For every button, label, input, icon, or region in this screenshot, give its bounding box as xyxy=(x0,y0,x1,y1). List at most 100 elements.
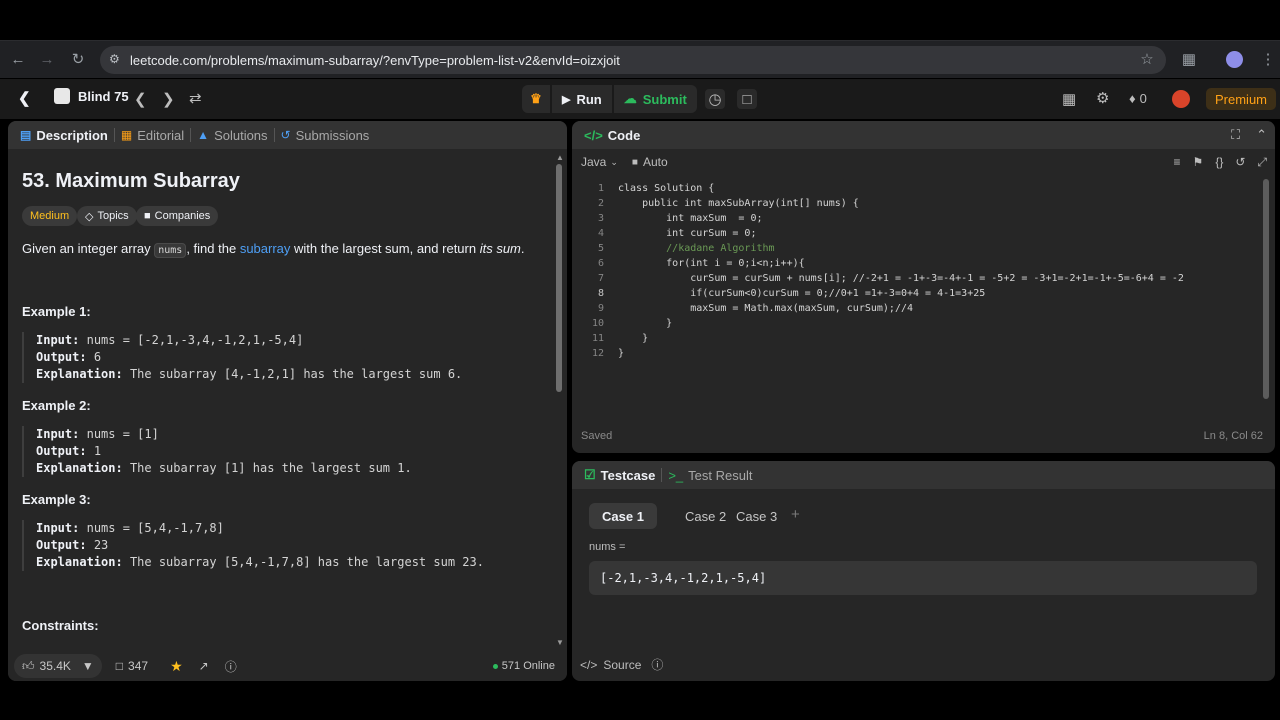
code-line: } xyxy=(618,348,625,359)
prev-problem-icon[interactable]: ❮ xyxy=(134,90,147,108)
url-text: leetcode.com/problems/maximum-subarray/?… xyxy=(130,52,620,68)
extensions-icon[interactable]: ▦ xyxy=(1177,47,1201,71)
back-icon[interactable]: ← xyxy=(6,47,30,71)
reset-icon[interactable]: ↺ xyxy=(1235,155,1245,169)
input-label: Input: xyxy=(36,521,80,535)
premium-button[interactable]: Premium xyxy=(1206,88,1277,110)
code-toolbar: Java ⌄ ■ Auto ≡ ⚑ {} ↺ ⤢ xyxy=(572,149,1275,175)
topics-label: Topics xyxy=(97,210,129,222)
address-bar[interactable]: ⚙ leetcode.com/problems/maximum-subarray… xyxy=(100,46,1166,74)
tab-description[interactable]: ▤ Description xyxy=(14,128,114,143)
case-tab-3[interactable]: Case 3 xyxy=(723,503,790,529)
subarray-link[interactable]: subarray xyxy=(240,241,291,256)
note-icon[interactable]: □ xyxy=(737,89,757,109)
tab-testcase[interactable]: ☑ Testcase xyxy=(578,467,661,483)
terminal-icon: >_ xyxy=(668,467,684,483)
scroll-up-icon[interactable]: ▲ xyxy=(556,153,564,162)
scroll-down-icon[interactable]: ▼ xyxy=(556,638,564,647)
add-case-icon[interactable]: + xyxy=(791,506,800,523)
reload-icon[interactable]: ↻ xyxy=(66,47,90,71)
star-icon[interactable]: ☆ xyxy=(1135,47,1159,71)
code-icon: </> xyxy=(584,127,603,143)
code-scrollbar[interactable] xyxy=(1263,179,1269,399)
expand-icon[interactable]: ⤢ xyxy=(1257,155,1267,170)
line-number: 10 xyxy=(591,318,604,329)
code-editor[interactable]: 1 2 3 4 5 6 7 8 9 10 11 12 class Solutio… xyxy=(572,183,1275,423)
next-problem-icon[interactable]: ❯ xyxy=(162,90,175,108)
example-input: nums = [1] xyxy=(86,427,159,441)
example-block: Input: nums = [1] Output: 1 Explanation:… xyxy=(22,426,542,477)
site-info-icon[interactable]: ⚙ xyxy=(109,52,120,66)
description-scrollbar[interactable] xyxy=(556,164,562,392)
menu-icon[interactable]: ⋮ xyxy=(1256,47,1280,71)
source-link[interactable]: </> Source ⓘ xyxy=(580,656,663,673)
submit-button[interactable]: ☁ Submit xyxy=(613,85,697,113)
example-input: nums = [-2,1,-3,4,-1,2,1,-5,4] xyxy=(86,333,304,347)
braces-icon[interactable]: {} xyxy=(1215,155,1223,169)
debug-icon[interactable]: ♛ xyxy=(522,85,550,113)
problem-list-button[interactable]: Blind 75 xyxy=(54,88,129,104)
settings-gear-icon[interactable]: ⚙ xyxy=(1096,89,1109,107)
case-tab-1[interactable]: Case 1 xyxy=(589,503,657,529)
auto-mode[interactable]: ■ Auto xyxy=(632,155,668,169)
source-label: Source xyxy=(603,657,642,672)
example-block: Input: nums = [-2,1,-3,4,-1,2,1,-5,4] Ou… xyxy=(22,332,542,383)
code-panel: </> Code ⛶ ⌃ Java ⌄ ■ Auto ≡ ⚑ {} ↺ ⤢ 1 … xyxy=(572,121,1275,453)
description-tabbar: ▤ Description ▦ Editorial ▲ Solutions ↺ … xyxy=(8,121,567,149)
layout-icon[interactable]: ▦ xyxy=(1062,90,1076,108)
format-icon[interactable]: ≡ xyxy=(1174,155,1181,169)
tab-solutions[interactable]: ▲ Solutions xyxy=(191,128,273,143)
line-number: 3 xyxy=(597,213,604,224)
language-select[interactable]: Java ⌄ xyxy=(581,155,618,169)
line-number: 8 xyxy=(597,288,604,299)
nums-input[interactable]: [-2,1,-3,4,-1,2,1,-5,4] xyxy=(589,561,1257,595)
streak-counter[interactable]: ♦ 0 xyxy=(1129,91,1147,106)
tab-code[interactable]: </> Code xyxy=(578,128,646,143)
cloud-upload-icon: ☁ xyxy=(623,91,637,106)
share-icon[interactable]: ↗ xyxy=(199,659,209,673)
avatar[interactable] xyxy=(1172,90,1190,108)
bookmark-icon[interactable]: ⚑ xyxy=(1193,155,1204,169)
line-number: 4 xyxy=(597,228,604,239)
tag-icon: ◇ xyxy=(85,210,94,223)
code-line: curSum = curSum + nums[i]; //-2+1 = -1+-… xyxy=(618,273,1184,284)
comment-icon: □ xyxy=(115,659,124,673)
collapse-icon[interactable]: ⌃ xyxy=(1256,127,1267,143)
shuffle-icon[interactable]: ⇄ xyxy=(189,89,202,107)
inline-code: nums xyxy=(154,243,187,258)
companies-label: Companies xyxy=(154,210,211,222)
favorite-star-icon[interactable]: ★ xyxy=(170,658,183,675)
output-label: Output: xyxy=(36,350,87,364)
tab-editorial[interactable]: ▦ Editorial xyxy=(115,128,190,143)
problem-title: 53. Maximum Subarray xyxy=(22,170,240,192)
problem-statement: Given an integer array nums, find the su… xyxy=(22,241,525,258)
tab-test-result[interactable]: >_ Test Result xyxy=(662,468,758,483)
book-open-icon: ▦ xyxy=(120,128,133,142)
statement-text: Given an integer array xyxy=(22,241,155,256)
code-line: maxSum = Math.max(maxSum, curSum);//4 xyxy=(618,303,914,314)
example-explanation: The subarray [1] has the largest sum 1. xyxy=(129,461,412,475)
companies-chip[interactable]: ■ Companies xyxy=(136,206,219,226)
run-button[interactable]: ▶ Run xyxy=(552,85,612,113)
example-explanation: The subarray [5,4,-1,7,8] has the larges… xyxy=(129,555,484,569)
topics-chip[interactable]: ◇ Topics xyxy=(77,206,137,226)
help-icon[interactable]: ⓘ xyxy=(225,658,237,675)
maximize-icon[interactable]: ⛶ xyxy=(1231,127,1240,143)
forward-icon[interactable]: → xyxy=(35,47,59,71)
input-label: Input: xyxy=(36,427,80,441)
timer-icon[interactable]: ◷ xyxy=(705,89,725,109)
thumbs-down-icon[interactable]: ▼ xyxy=(82,659,94,673)
leetcode-logo-icon[interactable]: ❮ xyxy=(18,89,31,107)
example-output: 23 xyxy=(93,538,109,552)
testcase-panel: ☑ Testcase >_ Test Result Case 1 Case 2 … xyxy=(572,461,1275,681)
tab-code-label: Code xyxy=(607,127,641,143)
comments-button[interactable]: □ 347 xyxy=(116,659,148,673)
tab-submissions[interactable]: ↺ Submissions xyxy=(275,128,376,143)
like-button[interactable]: 👍︎ 35.4K ▼ xyxy=(14,654,102,678)
profile-icon[interactable] xyxy=(1226,51,1243,68)
like-count: 35.4K xyxy=(39,659,71,673)
help-icon[interactable]: ⓘ xyxy=(651,656,663,673)
chevron-down-icon: ⌄ xyxy=(610,156,618,167)
mode-label: Auto xyxy=(642,155,668,169)
streak-count: 0 xyxy=(1139,91,1147,106)
